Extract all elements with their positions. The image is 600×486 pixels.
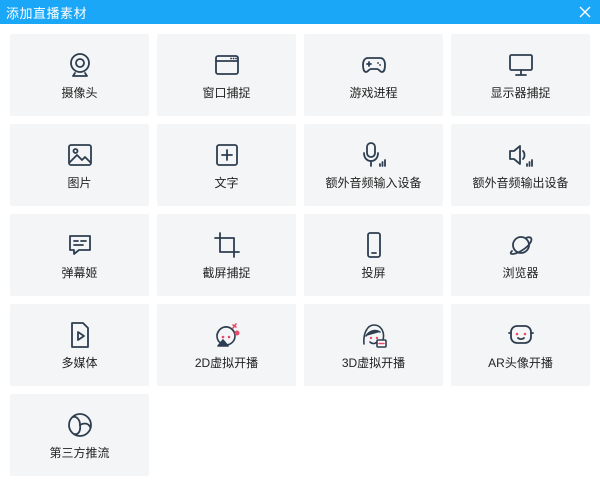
tile-label: 多媒体: [61, 356, 98, 370]
tile-label: 图片: [67, 176, 92, 190]
speaker-icon: [508, 142, 534, 168]
tile-label: 窗口捕捉: [202, 86, 251, 100]
tile-third-party-stream[interactable]: 第三方推流: [10, 394, 149, 476]
tile-label: AR头像开播: [488, 356, 553, 370]
tile-image[interactable]: 图片: [10, 124, 149, 206]
tile-2d-virtual[interactable]: 2D虚拟开播: [157, 304, 296, 386]
tile-label: 额外音频输出设备: [472, 176, 569, 190]
tile-label: 游戏进程: [349, 86, 398, 100]
danmaku-icon: [67, 232, 93, 258]
tile-label: 3D虚拟开播: [341, 356, 406, 370]
tile-window-capture[interactable]: 窗口捕捉: [157, 34, 296, 116]
tile-screenshot-capture[interactable]: 截屏捕捉: [157, 214, 296, 296]
tile-label: 摄像头: [61, 86, 98, 100]
ar-face-icon: [507, 322, 534, 348]
gamepad-icon: [361, 52, 387, 78]
tile-label: 文字: [214, 176, 239, 190]
media-file-icon: [67, 322, 93, 348]
tile-game-process[interactable]: 游戏进程: [304, 34, 443, 116]
microphone-icon: [361, 142, 387, 168]
tile-ar-avatar[interactable]: AR头像开播: [451, 304, 590, 386]
crop-icon: [213, 232, 240, 258]
tile-webcam[interactable]: 摄像头: [10, 34, 149, 116]
tile-label: 显示器捕捉: [490, 86, 551, 100]
monitor-icon: [508, 52, 534, 78]
tile-audio-input[interactable]: 额外音频输入设备: [304, 124, 443, 206]
tile-label: 截屏捕捉: [202, 266, 251, 280]
avatar-2d-icon: [214, 322, 240, 348]
tile-multimedia[interactable]: 多媒体: [10, 304, 149, 386]
tile-screen-cast[interactable]: 投屏: [304, 214, 443, 296]
tile-label: 2D虚拟开播: [194, 356, 259, 370]
window-icon: [214, 52, 240, 78]
tile-label: 弹幕姬: [61, 266, 98, 280]
tile-text[interactable]: 文字: [157, 124, 296, 206]
webcam-icon: [67, 52, 93, 78]
aperture-icon: [67, 412, 93, 438]
tile-label: 浏览器: [502, 266, 539, 280]
tile-browser[interactable]: 浏览器: [451, 214, 590, 296]
planet-icon: [508, 232, 534, 258]
phone-icon: [361, 232, 387, 258]
source-grid: 摄像头 窗口捕捉 游戏进程 显示器捕捉 图片 文字 额外音频输入设备 额外音频输…: [0, 24, 600, 486]
text-add-icon: [214, 142, 240, 168]
tile-audio-output[interactable]: 额外音频输出设备: [451, 124, 590, 206]
tile-3d-virtual[interactable]: 3D虚拟开播: [304, 304, 443, 386]
title-bar: 添加直播素材: [0, 0, 600, 24]
tile-label: 投屏: [361, 266, 386, 280]
close-icon: [579, 6, 591, 18]
close-button[interactable]: [576, 3, 594, 21]
tile-danmaku[interactable]: 弹幕姬: [10, 214, 149, 296]
tile-display-capture[interactable]: 显示器捕捉: [451, 34, 590, 116]
tile-label: 第三方推流: [49, 446, 110, 460]
avatar-3d-icon: [361, 322, 387, 348]
window-title: 添加直播素材: [6, 5, 88, 21]
tile-label: 额外音频输入设备: [325, 176, 422, 190]
image-icon: [67, 142, 93, 168]
